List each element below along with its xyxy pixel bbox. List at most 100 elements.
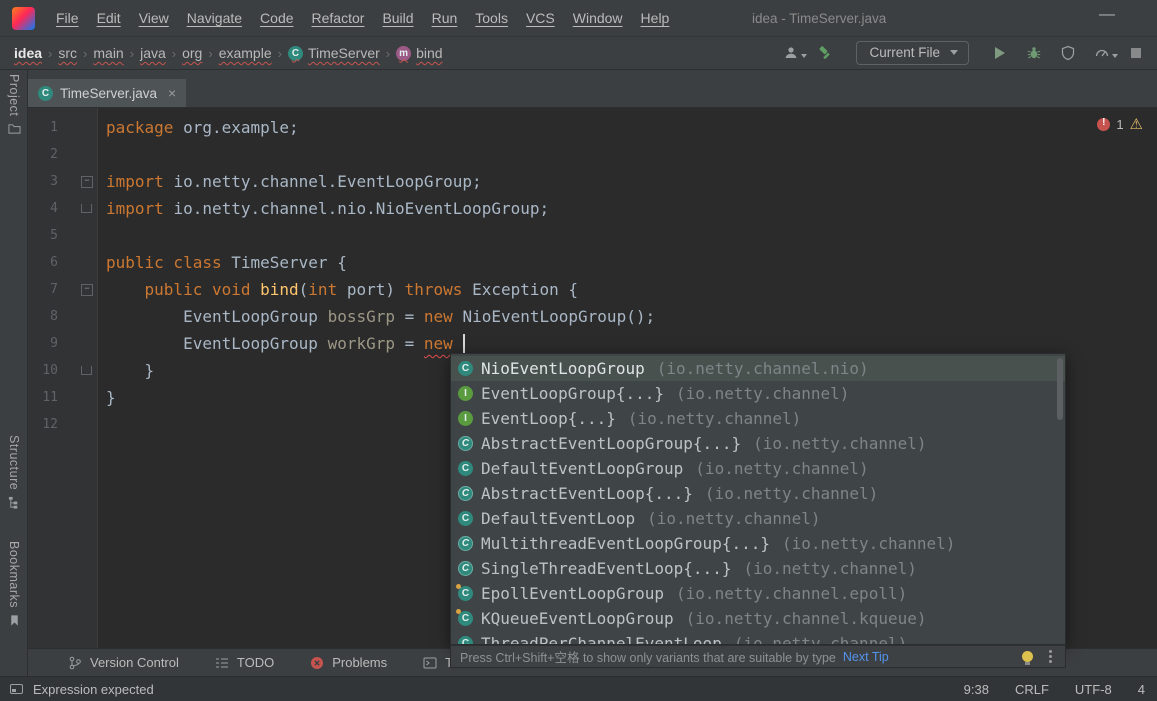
- menu-help[interactable]: Help: [632, 8, 679, 28]
- chevron-down-icon: [950, 50, 958, 55]
- line-number[interactable]: 12: [28, 417, 58, 432]
- inspections-widget[interactable]: 1 ⚠: [1097, 115, 1143, 133]
- run-configuration-select[interactable]: Current File: [856, 41, 969, 65]
- editor-gutter: 123456789101112: [28, 108, 98, 648]
- code-line[interactable]: public void bind(int port) throws Except…: [106, 276, 1157, 303]
- profiler-button[interactable]: [1093, 44, 1118, 62]
- code-line[interactable]: public class TimeServer {: [106, 249, 1157, 276]
- menu-edit[interactable]: Edit: [88, 8, 130, 28]
- line-number[interactable]: 4: [28, 201, 58, 216]
- menu-file[interactable]: File: [47, 8, 88, 28]
- user-account-icon[interactable]: [782, 44, 808, 62]
- line-number[interactable]: 11: [28, 390, 58, 405]
- completion-item[interactable]: C NioEventLoopGroup (io.netty.channel.nio): [451, 356, 1065, 381]
- code-line[interactable]: EventLoopGroup bossGrp = new NioEventLoo…: [106, 303, 1157, 330]
- fold-end-icon[interactable]: [78, 195, 94, 222]
- breadcrumb-label: java: [140, 45, 166, 61]
- menu-navigate[interactable]: Navigate: [178, 8, 251, 28]
- bookmarks-label: Bookmarks: [7, 541, 21, 609]
- toolwindow-button-problems[interactable]: Problems: [310, 655, 387, 670]
- run-button[interactable]: [991, 44, 1009, 62]
- code-line[interactable]: [106, 222, 1157, 249]
- menu-view[interactable]: View: [130, 8, 178, 28]
- completion-item[interactable]: I EventLoop{...} (io.netty.channel): [451, 406, 1065, 431]
- sidebar-item-bookmarks[interactable]: Bookmarks: [0, 541, 28, 627]
- breadcrumb-bind[interactable]: m bind: [394, 45, 444, 61]
- line-number[interactable]: 1: [28, 120, 58, 135]
- breadcrumb-src[interactable]: src: [56, 45, 79, 61]
- caret-position-widget[interactable]: 9:38: [964, 682, 989, 697]
- breadcrumb-idea[interactable]: idea: [12, 45, 44, 61]
- completion-item[interactable]: C AbstractEventLoop{...} (io.netty.channel…: [451, 481, 1065, 506]
- tab-timeserver-java[interactable]: C TimeServer.java ×: [28, 79, 187, 107]
- completion-item[interactable]: I EventLoopGroup{...} (io.netty.channel): [451, 381, 1065, 406]
- menu-tools[interactable]: Tools: [466, 8, 517, 28]
- sidebar-item-project[interactable]: Project: [0, 74, 28, 135]
- fold-start-icon[interactable]: [78, 276, 94, 303]
- code-token: bossGrp: [327, 307, 395, 326]
- completion-item[interactable]: C DefaultEventLoopGroup (io.netty.channel): [451, 456, 1065, 481]
- line-separator-widget[interactable]: CRLF: [1015, 682, 1049, 697]
- close-icon[interactable]: ×: [168, 85, 176, 101]
- toolwindow-switcher-icon[interactable]: [10, 684, 23, 694]
- breadcrumb-example[interactable]: example: [217, 45, 274, 61]
- line-number[interactable]: 2: [28, 147, 58, 162]
- code-line[interactable]: package org.example;: [106, 114, 1157, 141]
- debug-button[interactable]: [1025, 44, 1043, 62]
- toolwindow-button-version-control[interactable]: Version Control: [68, 655, 179, 670]
- breadcrumb-java[interactable]: java: [138, 45, 168, 61]
- coverage-button[interactable]: [1059, 44, 1077, 62]
- menu-window[interactable]: Window: [564, 8, 632, 28]
- completion-item-package: (io.netty.channel): [753, 434, 927, 453]
- code-token: =: [395, 334, 424, 353]
- minimize-button[interactable]: —: [1091, 4, 1123, 26]
- toolwindow-button-todo[interactable]: TODO: [215, 655, 274, 670]
- menu-run[interactable]: Run: [423, 8, 467, 28]
- completion-item[interactable]: C KQueueEventLoopGroup (io.netty.channel.k…: [451, 606, 1065, 631]
- sidebar-item-structure[interactable]: Structure: [0, 435, 28, 509]
- gutter-line: 5: [28, 222, 97, 249]
- breadcrumb-separator-icon: ›: [171, 45, 177, 61]
- code-line[interactable]: import io.netty.channel.nio.NioEventLoop…: [106, 195, 1157, 222]
- fold-end-icon[interactable]: [78, 357, 94, 384]
- menu-vcs[interactable]: VCS: [517, 8, 564, 28]
- line-number[interactable]: 8: [28, 309, 58, 324]
- next-tip-link[interactable]: Next Tip: [843, 650, 889, 664]
- chevron-down-icon: [801, 54, 808, 58]
- breadcrumb-org[interactable]: org: [180, 45, 204, 61]
- breadcrumb-timeserver[interactable]: C TimeServer: [286, 45, 382, 61]
- fold-start-icon[interactable]: [78, 168, 94, 195]
- status-message: Expression expected: [33, 681, 154, 697]
- menu-code[interactable]: Code: [251, 8, 302, 28]
- line-number[interactable]: 3: [28, 174, 58, 189]
- indent-widget[interactable]: 4: [1138, 682, 1145, 697]
- encoding-widget[interactable]: UTF-8: [1075, 682, 1112, 697]
- line-number[interactable]: 5: [28, 228, 58, 243]
- breadcrumb-main[interactable]: main: [91, 45, 125, 61]
- gutter-line: 3: [28, 168, 97, 195]
- more-options-icon[interactable]: [1049, 655, 1052, 658]
- code-line[interactable]: [106, 141, 1157, 168]
- menu-refactor[interactable]: Refactor: [303, 8, 374, 28]
- completion-item[interactable]: C AbstractEventLoopGroup{...} (io.netty.ch…: [451, 431, 1065, 456]
- completion-item[interactable]: C ThreadPerChannelEventLoop (io.netty.chan…: [451, 631, 1065, 644]
- code-token: EventLoopGroup: [106, 307, 328, 326]
- idea-logo-icon: [12, 6, 35, 30]
- popup-scrollbar[interactable]: [1057, 358, 1063, 420]
- line-number[interactable]: 7: [28, 282, 58, 297]
- completion-item[interactable]: C EpollEventLoopGroup (io.netty.channel.ep…: [451, 581, 1065, 606]
- build-hammer-icon[interactable]: [816, 44, 834, 62]
- menu-build[interactable]: Build: [373, 8, 422, 28]
- code-line[interactable]: import io.netty.channel.EventLoopGroup;: [106, 168, 1157, 195]
- line-number[interactable]: 9: [28, 336, 58, 351]
- lightbulb-icon[interactable]: [1022, 651, 1033, 665]
- completion-item[interactable]: C DefaultEventLoop (io.netty.channel): [451, 506, 1065, 531]
- stop-button[interactable]: [1127, 44, 1145, 62]
- line-number[interactable]: 6: [28, 255, 58, 270]
- completion-item[interactable]: C SingleThreadEventLoop{...} (io.netty.cha…: [451, 556, 1065, 581]
- code-token: Exception {: [472, 280, 579, 299]
- line-number[interactable]: 10: [28, 363, 58, 378]
- completion-item[interactable]: C MultithreadEventLoopGroup{...} (io.netty…: [451, 531, 1065, 556]
